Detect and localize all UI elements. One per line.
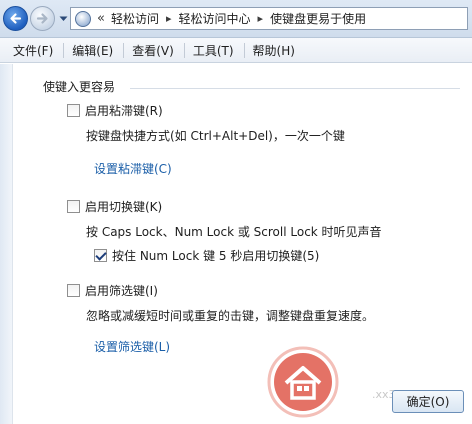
toggle-keys-checkbox[interactable] (67, 200, 80, 213)
back-arrow-icon (10, 13, 22, 24)
section-title: 使键入更容易 (43, 80, 116, 94)
filter-keys-checkbox[interactable] (67, 284, 80, 297)
forward-button[interactable] (30, 6, 55, 31)
num-lock-toggle-option[interactable]: 按住 Num Lock 键 5 秒启用切换键(5) (94, 247, 319, 264)
breadcrumb-item-keyboard[interactable]: 使键盘更易于使用 (270, 10, 366, 27)
breadcrumb-separator-icon[interactable]: ▸ (258, 12, 264, 25)
recent-pages-dropdown-icon[interactable] (59, 16, 68, 22)
toggle-keys-description: 按 Caps Lock、Num Lock 或 Scroll Lock 时听见声音 (86, 225, 382, 239)
forward-arrow-icon (36, 13, 48, 24)
breadcrumb-separator-icon[interactable]: ▸ (166, 12, 172, 25)
overflow-chevron-icon[interactable]: « (97, 11, 105, 26)
address-bar: « 轻松访问 ▸ 轻松访问中心 ▸ 使键盘更易于使用 (0, 0, 472, 38)
control-panel-icon (75, 10, 91, 27)
toggle-keys-label: 启用切换键(K) (85, 200, 163, 214)
section-divider (130, 88, 460, 89)
menu-view[interactable]: 查看(V) (125, 42, 181, 59)
menu-file[interactable]: 文件(F) (6, 42, 60, 59)
toggle-keys-option[interactable]: 启用切换键(K) (67, 198, 162, 215)
sticky-keys-option[interactable]: 启用粘滞键(R) (67, 102, 163, 119)
sticky-keys-checkbox[interactable] (67, 104, 80, 117)
left-strip (0, 64, 13, 424)
setup-filter-keys-link[interactable]: 设置筛选键(L) (94, 338, 170, 355)
setup-sticky-keys-link[interactable]: 设置粘滞键(C) (94, 160, 172, 177)
menu-tools[interactable]: 工具(T) (186, 42, 241, 59)
content-panel: 使键入更容易 启用粘滞键(R) 按键盘快捷方式(如 Ctrl+Alt+Del)，… (0, 64, 472, 424)
breadcrumb-item-ease-of-access[interactable]: 轻松访问 (111, 10, 159, 27)
breadcrumb-item-ease-of-access-center[interactable]: 轻松访问中心 (179, 10, 251, 27)
menu-separator (243, 42, 245, 58)
num-lock-toggle-checkbox[interactable] (94, 249, 107, 262)
menu-bar: 文件(F) 编辑(E) 查看(V) 工具(T) 帮助(H) (0, 38, 472, 63)
watermark-house-logo (267, 346, 339, 418)
back-button[interactable] (3, 6, 28, 31)
filter-keys-description: 忽略或减缓短时间或重复的击键，调整键盘重复速度。 (86, 309, 375, 323)
menu-help[interactable]: 帮助(H) (246, 42, 302, 59)
filter-keys-option[interactable]: 启用筛选键(I) (67, 282, 158, 299)
sticky-keys-description: 按键盘快捷方式(如 Ctrl+Alt+Del)，一次一个键 (86, 129, 345, 143)
menu-edit[interactable]: 编辑(E) (65, 42, 120, 59)
menu-separator (63, 42, 65, 58)
menu-separator (123, 42, 125, 58)
sticky-keys-label: 启用粘滞键(R) (85, 104, 163, 118)
ok-button[interactable]: 确定(O) (392, 390, 464, 413)
address-box[interactable]: « 轻松访问 ▸ 轻松访问中心 ▸ 使键盘更易于使用 (70, 7, 468, 30)
menu-separator (183, 42, 185, 58)
num-lock-toggle-label: 按住 Num Lock 键 5 秒启用切换键(5) (112, 249, 320, 263)
filter-keys-label: 启用筛选键(I) (85, 284, 158, 298)
